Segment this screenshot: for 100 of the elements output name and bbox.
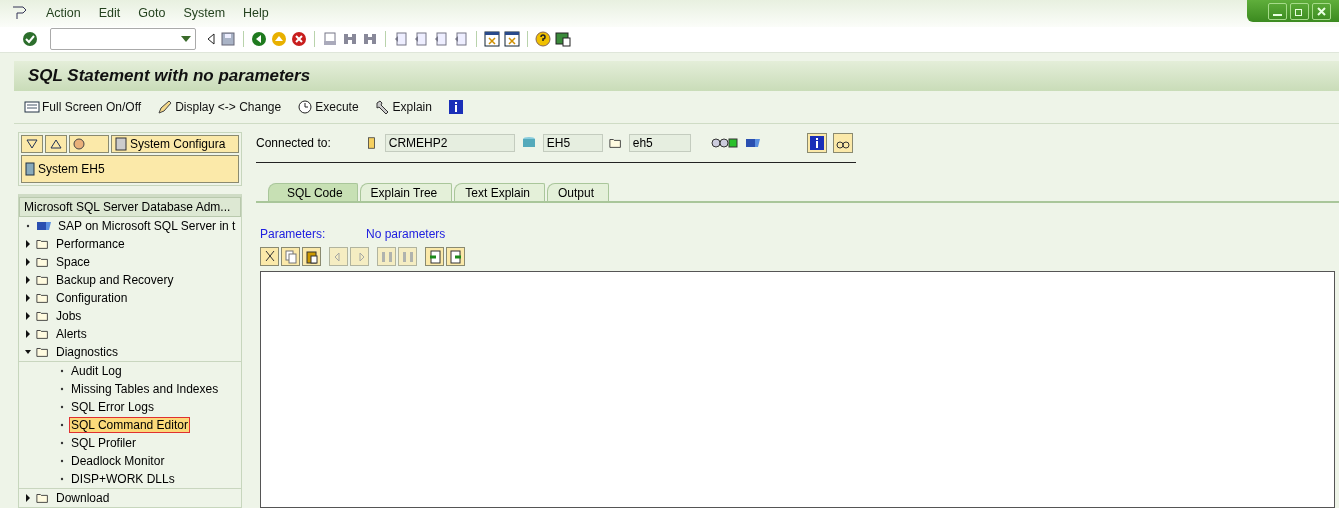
wrench-icon [374, 99, 391, 115]
navigation-dropdown[interactable]: System Configura [111, 135, 239, 153]
bullet-icon [59, 440, 65, 446]
enter-icon[interactable] [22, 31, 38, 48]
layout-icon[interactable] [555, 31, 571, 48]
maximize-button[interactable] [1290, 2, 1309, 20]
pencil-icon [157, 99, 174, 115]
import-button[interactable] [425, 247, 444, 266]
tree-item[interactable]: Configuration [55, 291, 129, 305]
expand-arrow-icon[interactable] [25, 258, 31, 266]
menu-item[interactable]: Edit [98, 6, 121, 21]
copy-icon [284, 249, 297, 264]
window-icon[interactable] [504, 31, 520, 48]
server-field: CRMEHP2 [384, 134, 515, 152]
info-button[interactable] [806, 133, 827, 153]
tab[interactable]: Output [547, 183, 610, 201]
toolbar-button[interactable]: Explain [374, 99, 432, 115]
system-dropdown[interactable]: System EH5 [21, 155, 239, 183]
toolbar-button[interactable]: Execute [297, 99, 359, 115]
info-icon [808, 135, 825, 151]
person-icon [73, 137, 87, 151]
tree-item[interactable]: Download [55, 491, 111, 505]
tree-item[interactable]: SQL Profiler [70, 436, 137, 450]
export-icon [449, 249, 462, 264]
expand-arrow-icon[interactable] [25, 312, 31, 320]
tree-item[interactable]: Jobs [55, 309, 83, 323]
export-button[interactable] [446, 247, 465, 266]
cancel-icon[interactable] [291, 31, 307, 48]
page-icon[interactable] [453, 31, 469, 48]
tree-item[interactable]: Backup and Recovery [55, 273, 175, 287]
up-triangle-icon [49, 138, 63, 150]
tree-item[interactable]: Space [55, 255, 92, 269]
window-icon[interactable] [484, 31, 500, 48]
bullet-icon [59, 404, 65, 410]
bullet-icon [59, 422, 65, 428]
cut-button[interactable] [260, 247, 279, 266]
close-icon [1317, 6, 1326, 16]
schema-field: eh5 [628, 134, 691, 152]
expand-arrow-icon[interactable] [25, 294, 31, 302]
status-lights-icon [710, 137, 739, 149]
screen-title: SQL Statement with no parameters [14, 61, 1339, 91]
database-field: EH5 [542, 134, 603, 152]
maximize-icon [1295, 6, 1304, 16]
glasses-button[interactable] [832, 133, 853, 153]
info-button[interactable] [447, 99, 464, 115]
info-icon [447, 99, 464, 115]
expand-arrow-icon[interactable] [25, 240, 31, 248]
page-icon[interactable] [413, 31, 429, 48]
tree-item[interactable]: SQL Error Logs [70, 400, 155, 414]
expand-all-button[interactable] [21, 135, 43, 153]
binoculars-icon [380, 249, 393, 264]
tree-item[interactable]: SQL Command Editor [70, 418, 189, 432]
close-button[interactable] [1312, 2, 1331, 20]
previous-icon[interactable] [206, 31, 216, 48]
paste-button[interactable] [302, 247, 321, 266]
tree-header: Microsoft SQL Server Database Adm... [19, 197, 241, 217]
menu-item[interactable]: System [183, 6, 226, 21]
parameters-label: Parameters: [260, 227, 327, 241]
tree-item[interactable]: DISP+WORK DLLs [70, 472, 176, 486]
expand-arrow-icon[interactable] [25, 494, 31, 502]
parameters-value: No parameters [366, 227, 446, 241]
tab[interactable]: Text Explain [454, 183, 545, 201]
down-triangle-icon [25, 138, 39, 150]
tree-item[interactable]: Alerts [55, 327, 88, 341]
tab[interactable]: SQL Code [268, 183, 358, 201]
tree-item[interactable]: Missing Tables and Indexes [70, 382, 220, 396]
toolbar-button[interactable]: Display <-> Change [157, 99, 282, 115]
bullet-icon [59, 476, 65, 482]
help-icon[interactable] [535, 31, 551, 48]
expand-arrow-icon[interactable] [25, 276, 31, 284]
dropdown-arrow-icon [181, 36, 191, 43]
window-icon [24, 99, 40, 115]
menu-icon[interactable] [12, 6, 28, 21]
bullet-icon [59, 368, 65, 374]
clock-icon [297, 99, 314, 115]
tree-item[interactable]: Audit Log [70, 364, 123, 378]
minimize-button[interactable] [1268, 2, 1287, 20]
expand-arrow-icon[interactable] [25, 330, 31, 338]
toolbar-button[interactable]: Full Screen On/Off [24, 99, 142, 115]
tree-item[interactable]: Diagnostics [55, 345, 120, 359]
connection-label: Connected to: [256, 136, 331, 150]
tree-item[interactable]: Deadlock Monitor [70, 454, 166, 468]
collapse-all-button[interactable] [45, 135, 67, 153]
bullet-icon [25, 223, 31, 229]
page-icon[interactable] [393, 31, 409, 48]
menu-item[interactable]: Goto [138, 6, 166, 21]
tree-item[interactable]: Performance [55, 237, 126, 251]
page-icon[interactable] [433, 31, 449, 48]
expand-arrow-icon[interactable] [25, 348, 31, 356]
tree-item[interactable]: SAP on Microsoft SQL Server in t [57, 219, 237, 233]
scissors-icon [263, 249, 276, 264]
user-menu-button[interactable] [69, 135, 109, 153]
clipboard-icon [305, 249, 318, 264]
menu-item[interactable]: Action [46, 6, 81, 21]
bullet-icon [59, 386, 65, 392]
command-field[interactable] [50, 28, 196, 51]
menu-item[interactable]: Help [243, 6, 269, 21]
tab[interactable]: Explain Tree [359, 183, 453, 201]
back-icon[interactable] [251, 31, 267, 48]
copy-button[interactable] [281, 247, 300, 266]
